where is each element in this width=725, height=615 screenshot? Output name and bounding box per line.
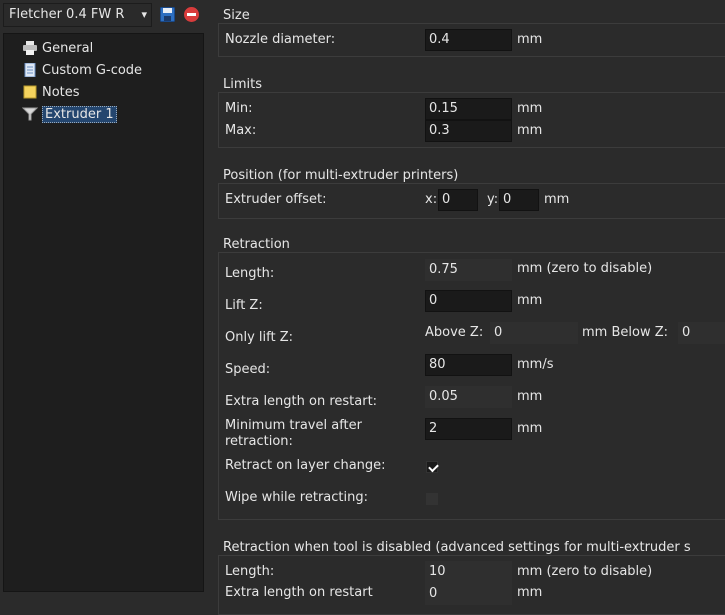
- offset-x-label: x:: [425, 192, 438, 207]
- above-z-label: Above Z:: [425, 325, 484, 340]
- toolchange-extra-field[interactable]: 0: [425, 583, 512, 605]
- chevron-down-icon: ▾: [141, 8, 147, 21]
- limits-max-field[interactable]: 0.3: [425, 120, 512, 142]
- min-travel-label-line1: Minimum travel after: [225, 418, 362, 433]
- nozzle-diameter-field[interactable]: 0.4: [425, 29, 512, 51]
- lift-z-label: Lift Z:: [225, 298, 263, 313]
- limits-max-unit: mm: [517, 123, 543, 138]
- below-z-field[interactable]: 0: [678, 322, 725, 344]
- retract-speed-label: Speed:: [225, 362, 271, 377]
- tree-item-custom-gcode[interactable]: Custom G-code: [22, 60, 142, 80]
- limits-max-label: Max:: [225, 123, 257, 138]
- preset-name: Fletcher 0.4 FW R: [9, 7, 125, 22]
- extruder-settings-panel: Size Nozzle diameter: 0.4 mm Limits Min:…: [210, 0, 725, 615]
- extra-length-label: Extra length on restart:: [225, 394, 378, 409]
- offset-unit: mm: [544, 192, 570, 207]
- group-title-size: Size: [223, 8, 250, 23]
- tree-item-label: General: [42, 40, 94, 56]
- extruder-offset-label: Extruder offset:: [225, 192, 327, 207]
- offset-y-label: y:: [487, 192, 499, 207]
- wipe-label: Wipe while retracting:: [225, 490, 368, 505]
- limits-min-unit: mm: [517, 101, 543, 116]
- tree-item-label: Notes: [42, 84, 80, 100]
- save-icon[interactable]: [160, 7, 175, 22]
- preset-toolbar: Fletcher 0.4 FW R ▾: [0, 0, 210, 30]
- toolchange-length-unit: mm (zero to disable): [517, 564, 653, 579]
- below-z-label: mm Below Z:: [582, 325, 668, 340]
- retract-layer-change-checkbox[interactable]: [426, 461, 438, 473]
- extra-length-field[interactable]: 0.05: [425, 386, 512, 408]
- min-travel-field[interactable]: 2: [425, 418, 512, 440]
- offset-y-field[interactable]: 0: [499, 189, 539, 211]
- retract-layer-change-label: Retract on layer change:: [225, 458, 386, 473]
- delete-icon[interactable]: [184, 7, 199, 22]
- above-z-field[interactable]: 0: [490, 322, 578, 344]
- retract-speed-field[interactable]: 80: [425, 354, 512, 376]
- retract-speed-unit: mm/s: [517, 357, 554, 372]
- lift-z-field[interactable]: 0: [425, 290, 512, 312]
- min-travel-label-line2: retraction:: [225, 434, 293, 449]
- retract-length-label: Length:: [225, 266, 275, 281]
- group-title-limits: Limits: [223, 77, 262, 92]
- printer-icon: [23, 41, 37, 55]
- limits-min-field[interactable]: 0.15: [425, 98, 512, 120]
- wipe-checkbox[interactable]: [426, 493, 438, 505]
- tree-item-label: Extruder 1: [42, 105, 117, 123]
- settings-tree: General Custom G-code Notes Extruder 1: [3, 33, 204, 592]
- retract-length-unit: mm (zero to disable): [517, 261, 653, 276]
- group-title-retraction: Retraction: [223, 237, 290, 252]
- tree-item-general[interactable]: General: [22, 38, 93, 58]
- lift-z-unit: mm: [517, 293, 543, 308]
- document-icon: [24, 63, 36, 77]
- toolchange-length-field[interactable]: 10: [425, 561, 512, 583]
- tree-item-notes[interactable]: Notes: [22, 82, 80, 102]
- toolchange-length-label: Length:: [225, 564, 275, 579]
- min-travel-unit: mm: [517, 421, 543, 436]
- offset-x-field[interactable]: 0: [438, 189, 478, 211]
- retract-length-field[interactable]: 0.75: [425, 259, 512, 281]
- only-lift-z-label: Only lift Z:: [225, 330, 293, 345]
- group-title-position: Position (for multi-extruder printers): [223, 168, 459, 183]
- tree-item-extruder-1[interactable]: Extruder 1: [22, 104, 117, 124]
- nozzle-diameter-label: Nozzle diameter:: [225, 32, 336, 47]
- tree-item-label: Custom G-code: [42, 62, 143, 78]
- note-icon: [23, 85, 37, 99]
- group-title-retraction-disabled: Retraction when tool is disabled (advanc…: [223, 540, 691, 555]
- funnel-icon: [22, 107, 38, 121]
- preset-dropdown[interactable]: Fletcher 0.4 FW R ▾: [3, 3, 152, 27]
- toolchange-extra-label: Extra length on restart: [225, 585, 373, 600]
- extra-length-unit: mm: [517, 389, 543, 404]
- limits-min-label: Min:: [225, 101, 253, 116]
- nozzle-diameter-unit: mm: [517, 32, 543, 47]
- toolchange-extra-unit: mm: [517, 585, 543, 600]
